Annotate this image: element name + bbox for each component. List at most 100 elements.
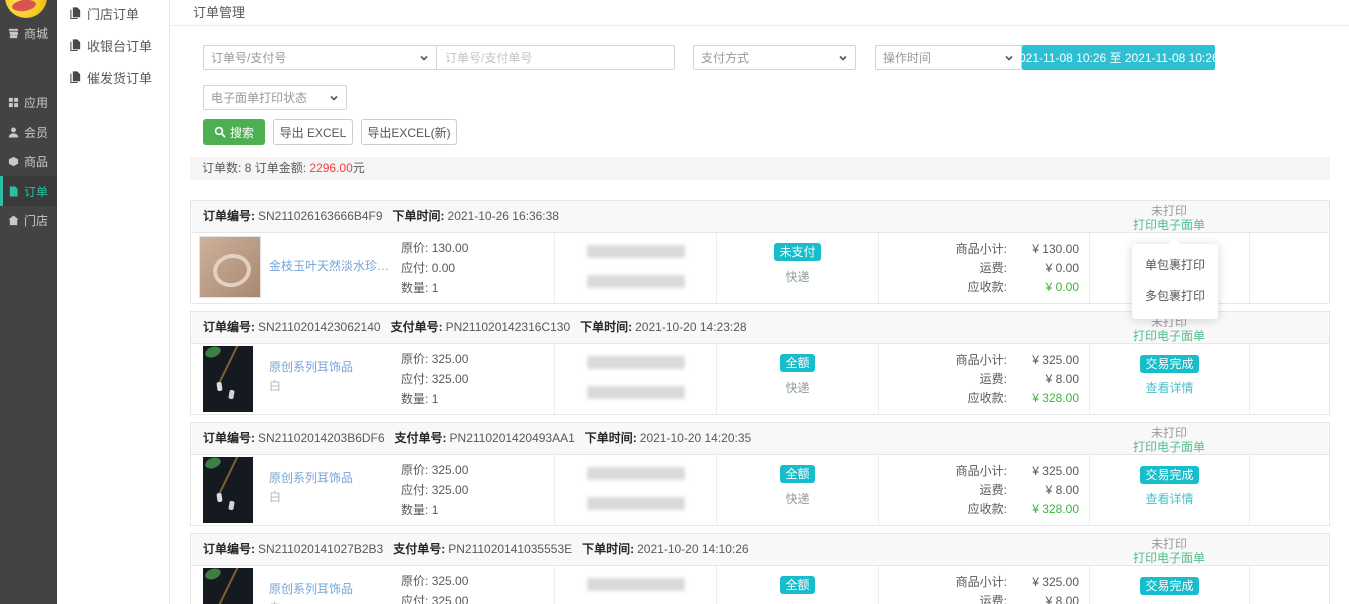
pay-status-badge: 全额: [780, 354, 814, 372]
delivery-method: 快递: [717, 379, 878, 396]
pay-status-badge: 未支付: [774, 243, 820, 261]
original-price-value: 325.00: [432, 352, 469, 366]
order-product-cell: 原创系列耳饰品 白 原价: 325.00 应付: 325.00 数量: 1: [191, 344, 554, 414]
payable-label: 应付:: [401, 261, 428, 275]
leaf-graphic: [204, 346, 222, 359]
sidebar-item-members[interactable]: 会员: [0, 118, 57, 146]
original-price-value: 130.00: [432, 241, 469, 255]
order-time-label: 下单时间:: [393, 209, 445, 223]
order-card: 订单编号:SN211020141027B2B3支付单号:PN2110201410…: [190, 533, 1330, 604]
subtotal-value: ¥ 325.00: [1007, 573, 1079, 592]
quantity-label: 数量:: [401, 503, 428, 517]
print-waybill-link[interactable]: 打印电子面单: [1089, 551, 1249, 565]
customer-info-redacted: [587, 497, 685, 510]
view-details-link[interactable]: 查看详情: [1090, 379, 1249, 396]
order-empty-cell: [1249, 455, 1329, 525]
order-customer-cell: [554, 233, 716, 303]
print-waybill-link[interactable]: 打印电子面单: [1089, 218, 1249, 232]
subtotal-value: ¥ 325.00: [1007, 462, 1079, 481]
sidebar-item-mall[interactable]: 商城: [0, 19, 57, 47]
customer-info-redacted: [587, 245, 685, 258]
search-button-label: 搜索: [230, 124, 254, 141]
earring-graphic: [228, 501, 234, 511]
order-count-label: 订单数:: [202, 161, 241, 175]
product-price-block: 原价: 325.00 应付: 325.00 数量: 1: [401, 571, 468, 604]
order-product-cell: 原创系列耳饰品 白 原价: 325.00 应付: 325.00 数量: 1: [191, 455, 554, 525]
product-image: [203, 568, 253, 604]
product-link[interactable]: 金枝玉叶天然淡水珍珠手链设...: [269, 258, 395, 274]
submenu-item-store-orders[interactable]: 门店订单: [57, 1, 169, 25]
order-actions-cell: 交易完成 查看详情: [1089, 455, 1249, 525]
order-amounts-cell: 商品小计:¥ 325.00 运费:¥ 8.00 应收款:¥ 328.00: [878, 344, 1089, 414]
order-time-value: 2021-10-20 14:23:28: [635, 320, 746, 334]
pay-no-value: PN2110201420493AA1: [450, 431, 575, 445]
payable-value: 325.00: [432, 483, 469, 497]
print-status-block: 未打印 打印电子面单: [1089, 535, 1249, 565]
order-actions-cell: 交易完成 查看详情: [1089, 344, 1249, 414]
date-range-button[interactable]: 2021-11-08 10:26 至 2021-11-08 10:26: [1022, 45, 1215, 70]
payable-label: 应付:: [401, 594, 428, 604]
export-excel-button[interactable]: 导出 EXCEL: [273, 119, 353, 145]
subtotal-value: ¥ 130.00: [1007, 240, 1079, 259]
print-waybill-link[interactable]: 打印电子面单: [1089, 329, 1249, 343]
submenu-item-label: 门店订单: [87, 4, 139, 23]
goods-icon: [8, 156, 19, 167]
shipping-label: 运费:: [891, 592, 1007, 604]
order-no-label: 订单编号:: [203, 320, 255, 334]
sidebar-item-apps[interactable]: 应用: [0, 88, 57, 116]
original-price-label: 原价:: [401, 241, 428, 255]
print-status-block: 未打印 打印电子面单: [1089, 202, 1249, 232]
print-status-text: 未打印: [1089, 426, 1249, 440]
chevron-down-icon: [419, 53, 429, 63]
product-link[interactable]: 原创系列耳饰品: [269, 581, 395, 597]
subtotal-value: ¥ 325.00: [1007, 351, 1079, 370]
print-waybill-link[interactable]: 打印电子面单: [1089, 440, 1249, 454]
app-logo[interactable]: [5, 0, 47, 18]
export-excel-new-button[interactable]: 导出EXCEL(新): [361, 119, 457, 145]
original-price-label: 原价:: [401, 574, 428, 588]
sidebar-item-goods[interactable]: 商品: [0, 147, 57, 175]
product-link[interactable]: 原创系列耳饰品: [269, 359, 395, 375]
order-card-body: 原创系列耳饰品 白 原价: 325.00 应付: 325.00 数量: 1 全额: [191, 344, 1329, 414]
multi-package-print-item[interactable]: 多包裹打印: [1132, 283, 1218, 309]
print-status-text: 未打印: [1089, 537, 1249, 551]
product-variant: 白: [269, 378, 395, 394]
product-variant: 白: [269, 600, 395, 604]
product-variant: 白: [269, 489, 395, 505]
order-empty-cell: [1249, 566, 1329, 604]
sidebar-item-label: 门店: [24, 212, 48, 229]
time-type-select[interactable]: 操作时间: [875, 45, 1022, 70]
original-price-label: 原价:: [401, 463, 428, 477]
quantity-value: 1: [432, 281, 439, 295]
order-number-type-select[interactable]: 订单号/支付号: [203, 45, 437, 70]
order-number-input[interactable]: [436, 45, 675, 70]
payable-label: 应付:: [401, 483, 428, 497]
delivery-method: 快递: [717, 268, 878, 285]
order-empty-cell: [1249, 344, 1329, 414]
order-card: 订单编号:SN2110201423062140支付单号:PN2110201423…: [190, 311, 1330, 415]
quantity-label: 数量:: [401, 392, 428, 406]
order-amounts-cell: 商品小计:¥ 325.00 运费:¥ 8.00 应收款:¥ 328.00: [878, 455, 1089, 525]
sidebar-item-stores[interactable]: 门店: [0, 206, 57, 234]
customer-info-redacted: [587, 356, 685, 369]
submenu-item-cashier-orders[interactable]: 收银台订单: [57, 33, 169, 57]
search-button[interactable]: 搜索: [203, 119, 265, 145]
sidebar-item-orders[interactable]: 订单: [0, 176, 57, 206]
orders-icon: [8, 186, 19, 197]
product-name-block: 原创系列耳饰品 白: [269, 359, 395, 394]
pay-method-select[interactable]: 支付方式: [693, 45, 856, 70]
order-amount-unit: 元: [353, 161, 365, 175]
view-details-link[interactable]: 查看详情: [1090, 490, 1249, 507]
order-no-label: 订单编号:: [203, 209, 255, 223]
waybill-print-status-select[interactable]: 电子面单打印状态: [203, 85, 347, 110]
submenu-item-urge-shipment-orders[interactable]: 催发货订单: [57, 65, 169, 89]
product-link[interactable]: 原创系列耳饰品: [269, 470, 395, 486]
pay-no-label: 支付单号:: [395, 431, 447, 445]
trade-status-badge: 交易完成: [1140, 355, 1198, 373]
subtotal-label: 商品小计:: [891, 240, 1007, 259]
submenu-item-label: 催发货订单: [87, 68, 152, 87]
order-card-header: 订单编号:SN211020141027B2B3支付单号:PN2110201410…: [191, 534, 1329, 566]
single-package-print-item[interactable]: 单包裹打印: [1132, 252, 1218, 278]
order-amounts-cell: 商品小计:¥ 325.00 运费:¥ 8.00 应收款:¥ 328.00: [878, 566, 1089, 604]
chevron-down-icon: [329, 93, 339, 103]
